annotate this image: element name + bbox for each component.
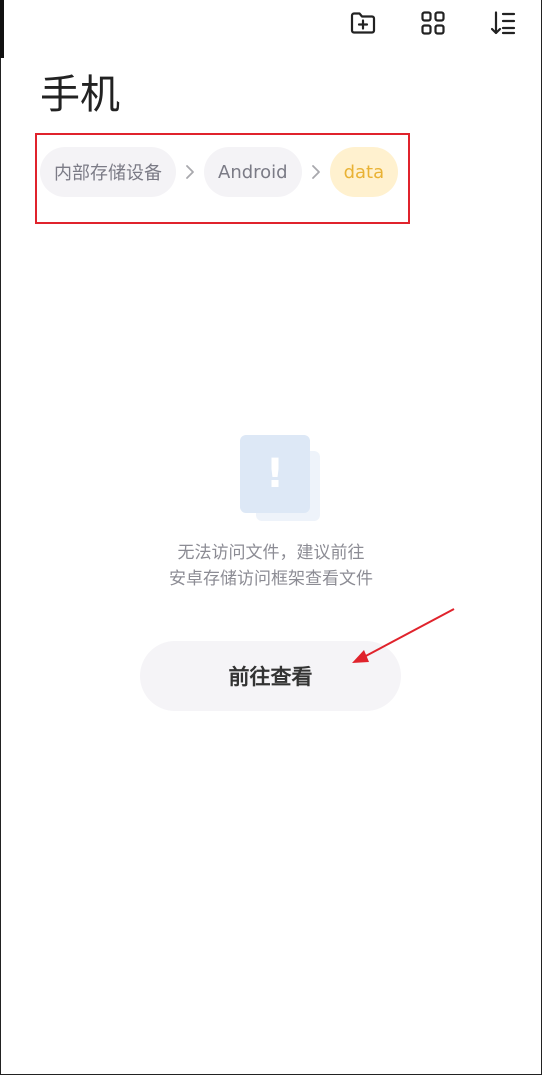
new-folder-icon[interactable]	[348, 8, 378, 38]
annotation-highlight-box	[35, 133, 410, 224]
exclamation-icon: !	[265, 451, 285, 497]
empty-state-line-2: 安卓存储访问框架查看文件	[169, 569, 373, 589]
document-front-shape: !	[240, 435, 310, 513]
sort-icon[interactable]	[488, 8, 518, 38]
empty-state-message: 无法访问文件，建议前往 安卓存储访问框架查看文件	[0, 540, 542, 592]
page-title: 手机	[40, 72, 120, 118]
warning-document-icon: !	[240, 435, 322, 525]
grid-view-icon[interactable]	[418, 8, 448, 38]
edge-marker	[0, 0, 4, 58]
go-view-button[interactable]: 前往查看	[140, 641, 401, 711]
top-toolbar	[348, 8, 518, 38]
empty-state-line-1: 无法访问文件，建议前往	[177, 543, 365, 563]
